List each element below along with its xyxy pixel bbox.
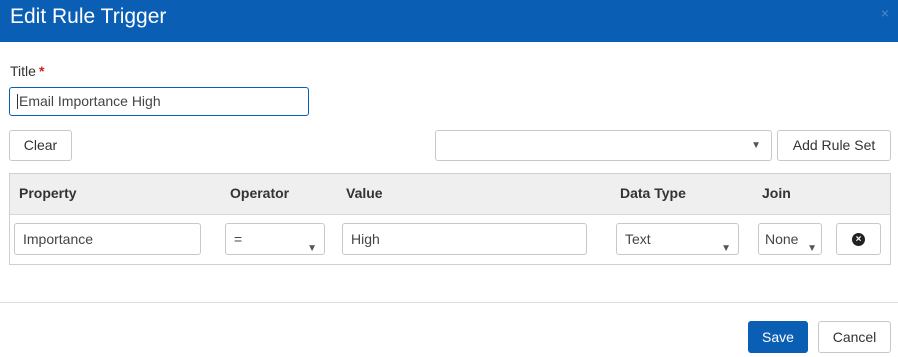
- ruleset-select[interactable]: ▼: [435, 130, 772, 161]
- value-input[interactable]: High: [342, 223, 587, 255]
- chevron-down-icon: ▼: [751, 140, 761, 151]
- data-type-select[interactable]: Text ▼: [616, 223, 739, 255]
- add-rule-set-button[interactable]: Add Rule Set: [777, 130, 891, 161]
- rule-grid: Property Operator Value Data Type Join I…: [9, 173, 891, 265]
- dialog-header: Edit Rule Trigger ×: [0, 0, 898, 42]
- chevron-down-icon: ▼: [807, 243, 817, 254]
- operator-value: =: [234, 231, 243, 247]
- column-header-property: Property: [19, 185, 77, 201]
- title-label: Title *: [10, 63, 44, 79]
- chevron-down-icon: ▼: [307, 243, 317, 254]
- footer-divider: [0, 302, 898, 303]
- property-input[interactable]: Importance: [14, 223, 201, 255]
- title-input-value: Email Importance High: [19, 93, 161, 109]
- data-type-value: Text: [625, 231, 651, 247]
- column-header-join: Join: [762, 185, 791, 201]
- remove-circle-icon: ×: [852, 233, 865, 246]
- property-value: Importance: [23, 231, 94, 247]
- join-value: None: [765, 231, 799, 247]
- close-icon[interactable]: ×: [881, 6, 889, 20]
- text-caret: [17, 93, 18, 109]
- column-header-operator: Operator: [230, 185, 290, 201]
- grid-header: Property Operator Value Data Type Join: [10, 174, 890, 215]
- cancel-button[interactable]: Cancel: [818, 321, 891, 353]
- edit-rule-trigger-dialog: Edit Rule Trigger × Title * Email Importa…: [0, 0, 898, 357]
- clear-button[interactable]: Clear: [9, 130, 72, 161]
- operator-select[interactable]: = ▼: [225, 223, 325, 255]
- required-marker: *: [38, 63, 45, 79]
- value-value: High: [351, 231, 380, 247]
- chevron-down-icon: ▼: [721, 243, 731, 254]
- title-label-text: Title: [10, 63, 36, 79]
- column-header-data-type: Data Type: [620, 185, 686, 201]
- dialog-title: Edit Rule Trigger: [10, 5, 167, 28]
- column-header-value: Value: [346, 185, 383, 201]
- delete-row-button[interactable]: ×: [836, 223, 881, 255]
- title-input[interactable]: Email Importance High: [9, 87, 309, 116]
- save-button[interactable]: Save: [748, 321, 808, 353]
- join-select[interactable]: None ▼: [758, 223, 822, 255]
